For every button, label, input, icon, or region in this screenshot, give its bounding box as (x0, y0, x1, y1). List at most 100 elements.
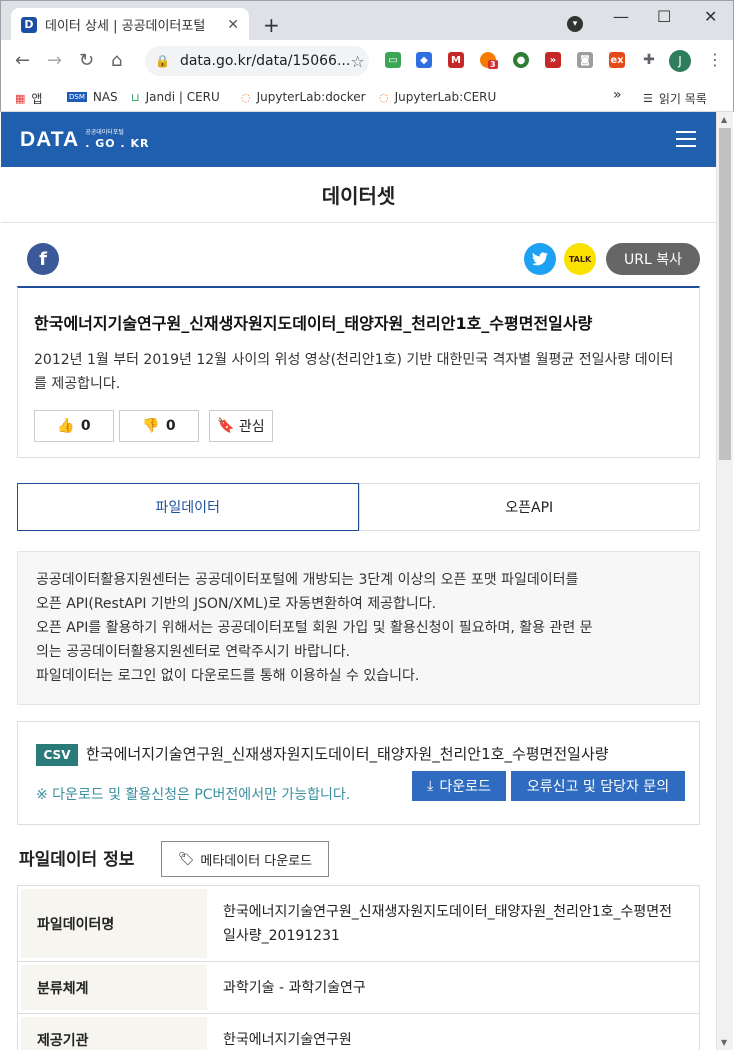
site-logo-sub: 공공데이터포털 . GO . KR (85, 130, 149, 150)
report-error-button[interactable]: 오류신고 및 담당자 문의 (511, 771, 685, 801)
extension-ex-icon[interactable]: ex (609, 52, 625, 68)
new-tab-icon[interactable]: + (263, 13, 280, 37)
page-scrollbar[interactable]: ▲ ▼ (716, 112, 733, 1050)
row-label: 파일데이터명 (21, 889, 207, 958)
tab-title: 데이터 상세 | 공공데이터포털 (45, 19, 206, 34)
thumbs-down-icon: 👎 (142, 418, 160, 434)
scroll-up-icon[interactable]: ▲ (721, 115, 727, 124)
evernote-icon[interactable]: ● (513, 52, 529, 68)
like-count: 0 (80, 418, 91, 434)
bookmark-label: Jandi | CERU (145, 90, 220, 104)
data-type-tabs: 파일데이터 오픈API (17, 483, 700, 531)
close-tab-icon[interactable]: ✕ (227, 17, 239, 33)
scroll-down-icon[interactable]: ▼ (721, 1038, 727, 1047)
bookmark-nas[interactable]: DSM NAS (67, 90, 118, 104)
facebook-share-icon[interactable]: f (27, 243, 59, 275)
row-value: 한국에너지기술연구원 (207, 1017, 696, 1050)
table-row: 분류체계 과학기술 - 과학기술연구 (18, 962, 699, 1014)
row-label: 제공기관 (21, 1017, 207, 1050)
download-label: 다운로드 (439, 779, 491, 795)
reload-icon[interactable]: ↻ (79, 50, 94, 71)
bookmarks-overflow-icon[interactable]: » (613, 87, 622, 103)
pc-only-note: ※ 다운로드 및 활용신청은 PC버전에서만 가능합니다. (36, 787, 351, 803)
dropbox-icon[interactable]: ◆ (416, 52, 432, 68)
dataset-info-box: 한국에너지기술연구원_신재생자원지도데이터_태양자원_천리안1호_수평면전일사량… (17, 286, 700, 458)
file-info-table: 파일데이터명 한국에너지기술연구원_신재생자원지도데이터_태양자원_천리안1호_… (17, 885, 700, 1050)
notice-box: 공공데이터활용지원센터는 공공데이터포털에 개방되는 3단계 이상의 오픈 포맷… (17, 551, 700, 705)
extension-screen-icon[interactable]: ▭ (385, 52, 401, 68)
web-page: DATA 공공데이터포털 . GO . KR 데이터셋 f TALK URL 복… (1, 112, 716, 1050)
dislike-count: 0 (165, 418, 176, 434)
site-logo[interactable]: DATA (20, 128, 79, 152)
thumbs-up-icon: 👍 (57, 418, 75, 434)
reading-list[interactable]: ☰ 읽기 목록 (643, 90, 707, 107)
scrollbar-thumb[interactable] (719, 128, 731, 460)
tab-file-data[interactable]: 파일데이터 (17, 483, 359, 531)
notice-line: 파일데이터는 로그인 없이 다운로드를 통해 이용하실 수 있습니다. (36, 668, 420, 684)
menu-hamburger-icon[interactable] (676, 131, 696, 147)
address-bar[interactable]: 🔒 data.go.kr/data/15066... ☆ (145, 46, 369, 76)
dataset-title: 한국에너지기술연구원_신재생자원지도데이터_태양자원_천리안1호_수평면전일사량 (34, 314, 593, 333)
apps-grid-icon: ▦ (15, 92, 26, 105)
page-title: 데이터셋 (1, 167, 716, 223)
share-row: f TALK URL 복사 (1, 223, 716, 275)
url-copy-button[interactable]: URL 복사 (606, 243, 700, 275)
maximize-icon[interactable]: ☐ (657, 7, 671, 26)
table-row: 파일데이터명 한국에너지기술연구원_신재생자원지도데이터_태양자원_천리안1호_… (18, 886, 699, 962)
bookmark-label: JupyterLab:docker (256, 90, 366, 104)
table-row: 제공기관 한국에너지기술연구원 (18, 1014, 699, 1050)
file-format-badge: CSV (36, 744, 78, 766)
row-value: 과학기술 - 과학기술연구 (207, 965, 696, 1010)
back-icon[interactable]: ← (15, 50, 30, 71)
lock-icon: 🔒 (155, 54, 170, 68)
site-header: DATA 공공데이터포털 . GO . KR (1, 112, 716, 167)
browser-menu-icon[interactable]: ⋮ (707, 50, 723, 69)
minimize-icon[interactable]: — (613, 7, 629, 26)
bookmark-jupyter-docker[interactable]: ◌ JupyterLab:docker (241, 90, 366, 104)
bookmark-label: 앱 (31, 92, 43, 106)
extensions-puzzle-icon[interactable]: ✚ (641, 52, 657, 68)
file-name: 한국에너지기술연구원_신재생자원지도데이터_태양자원_천리안1호_수평면전일사량 (86, 745, 609, 763)
download-button[interactable]: ⤓ 다운로드 (412, 771, 506, 801)
notice-line: 의는 공공데이터활용지원센터로 연락주시기 바랍니다. (36, 644, 351, 660)
kakaotalk-share-icon[interactable]: TALK (564, 243, 596, 275)
bookmark-jandi[interactable]: ⊔ Jandi | CERU (131, 90, 220, 104)
rss-extension-icon[interactable]: 3 (480, 52, 498, 69)
extension-forward-icon[interactable]: » (545, 52, 561, 68)
metadata-download-button[interactable]: 🏷 메타데이터 다운로드 (161, 841, 329, 877)
dsm-icon: DSM (67, 92, 87, 102)
extension-m-icon[interactable]: M (448, 52, 464, 68)
bookmark-star-icon[interactable]: ☆ (350, 52, 364, 71)
site-favicon-icon: D (21, 16, 37, 33)
like-button[interactable]: 👍 0 (34, 410, 114, 442)
close-window-icon[interactable]: ✕ (704, 7, 717, 26)
browser-toolbar: ← → ↻ ⌂ 🔒 data.go.kr/data/15066... ☆ ▭ ◆… (0, 40, 734, 82)
reading-list-icon: ☰ (643, 92, 653, 105)
file-info-section-title: 파일데이터 정보 (19, 850, 135, 870)
file-download-box: CSV 한국에너지기술연구원_신재생자원지도데이터_태양자원_천리안1호_수평면… (17, 721, 700, 825)
twitter-share-icon[interactable] (524, 243, 556, 275)
jandi-icon: ⊔ (131, 90, 140, 104)
interest-button[interactable]: 🔖 관심 (209, 410, 273, 442)
home-icon[interactable]: ⌂ (111, 50, 122, 71)
browser-tab[interactable]: D 데이터 상세 | 공공데이터포털 ✕ (11, 8, 249, 41)
notice-line: 공공데이터활용지원센터는 공공데이터포털에 개방되는 3단계 이상의 오픈 포맷… (36, 572, 579, 588)
notice-line: 오픈 API를 활용하기 위해서는 공공데이터포털 회원 가입 및 활용신청이 … (36, 620, 593, 636)
forward-icon[interactable]: → (47, 50, 62, 71)
dislike-button[interactable]: 👎 0 (119, 410, 199, 442)
tab-open-api[interactable]: 오픈API (358, 483, 700, 531)
notice-line: 오픈 API(RestAPI 기반의 JSON/XML)로 자동변환하여 제공합… (36, 596, 437, 612)
jupyter-icon: ◌ (379, 90, 389, 104)
dataset-description: 2012년 1월 부터 2019년 12월 사이의 위성 영상(천리안1호) 기… (34, 352, 674, 392)
bookmark-jupyter-ceru[interactable]: ◌ JupyterLab:CERU (379, 90, 496, 104)
reading-list-label: 읽기 목록 (658, 92, 707, 106)
bookmark-apps[interactable]: ▦ 앱 (15, 90, 42, 107)
tab-search-icon[interactable]: ▾ (567, 16, 583, 32)
profile-avatar[interactable]: J (669, 50, 691, 72)
bookmark-label: JupyterLab:CERU (394, 90, 497, 104)
browser-tab-strip: D 데이터 상세 | 공공데이터포털 ✕ + ▾ — ☐ ✕ (0, 0, 734, 41)
bookmarks-bar: ▦ 앱 DSM NAS ⊔ Jandi | CERU ◌ JupyterLab:… (0, 82, 734, 112)
extension-avatar-icon[interactable]: ◙ (577, 52, 593, 68)
url-text: data.go.kr/data/15066... (179, 53, 351, 69)
row-value: 한국에너지기술연구원_신재생자원지도데이터_태양자원_천리안1호_수평면전일사량… (207, 889, 696, 958)
